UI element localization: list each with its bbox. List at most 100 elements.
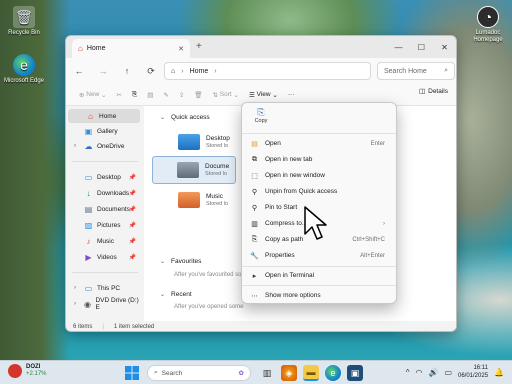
menu-item-open[interactable]: ▤ Open Enter <box>245 136 393 151</box>
sidebar-item-pictures[interactable]: ▨ Pictures 📌 <box>66 218 140 232</box>
folder-tile-desktop[interactable]: Desktop Stored lo <box>154 128 234 156</box>
status-bar: 6 items | 1 item selected <box>66 321 456 331</box>
sidebar-item-gallery[interactable]: ▣ Gallery <box>66 124 140 138</box>
volume-icon[interactable]: 🔊 <box>428 368 438 377</box>
back-button[interactable]: ← <box>67 66 91 76</box>
network-icon[interactable]: ◠ <box>415 368 422 377</box>
menu-separator <box>242 266 396 267</box>
desktop-icon-edge[interactable]: e Microsoft Edge <box>2 54 46 85</box>
menu-item-open-new-tab[interactable]: ⧉ Open in new tab <box>245 152 393 167</box>
sidebar-item-label: Pictures <box>97 221 121 229</box>
pin-icon: ⚲ <box>251 204 258 212</box>
context-menu: ⎘ Copy ▤ Open Enter ⧉ Open in new tab ⬚ … <box>241 102 397 304</box>
sidebar-item-documents[interactable]: ▤ Documents 📌 <box>66 202 140 216</box>
folder-tile-documents[interactable]: Docume Stored lo <box>152 156 236 184</box>
details-pane-icon: ◫ <box>418 88 426 95</box>
chevron-right-icon[interactable]: › <box>74 143 80 149</box>
chevron-right-icon[interactable]: › <box>74 301 79 307</box>
cut-icon[interactable]: ✂ <box>112 87 127 103</box>
copy-icon[interactable]: ⎘ <box>127 87 142 103</box>
menu-item-show-more-options[interactable]: ⋯ Show more options <box>245 288 393 303</box>
sidebar-item-videos[interactable]: ▶ Videos 📌 <box>66 250 140 264</box>
share-icon[interactable]: ⇪ <box>174 87 189 103</box>
close-button[interactable]: ✕ <box>433 36 456 58</box>
chevron-down-icon: ⌄ <box>160 115 166 121</box>
more-button[interactable]: ··· <box>283 87 300 103</box>
minimize-button[interactable]: — <box>387 36 410 58</box>
download-icon: ↓ <box>86 188 91 198</box>
pin-icon: 📌 <box>128 174 136 181</box>
view-button[interactable]: ☰ View ⌄ <box>244 87 283 103</box>
home-icon: ⌂ <box>171 67 176 75</box>
copilot-app-icon[interactable]: ◈ <box>281 365 297 381</box>
folder-name: Docume <box>205 163 230 170</box>
recent-header[interactable]: ⌄ Recent <box>160 291 192 298</box>
desktop-icon: ▭ <box>84 172 93 182</box>
task-view-icon[interactable]: ▥ <box>259 365 275 381</box>
address-bar[interactable]: ⌂ › Home › <box>164 62 371 80</box>
gallery-icon: ▣ <box>84 126 93 136</box>
new-tab-button[interactable]: + <box>196 41 202 52</box>
menu-item-open-terminal[interactable]: ▸ Open in Terminal <box>245 268 393 283</box>
menu-item-label: Copy as path <box>265 236 304 243</box>
sidebar-item-this-pc[interactable]: › ▭ This PC <box>66 281 140 295</box>
dvd-icon: ◉ <box>83 299 91 309</box>
desktop-icon-recycle-bin[interactable]: 🗑 Recycle Bin <box>2 6 46 37</box>
desktop-folder-icon <box>178 134 200 150</box>
quick-access-header[interactable]: ⌄ Quick access <box>160 114 210 121</box>
sidebar-item-desktop[interactable]: ▭ Desktop 📌 <box>66 170 140 184</box>
up-button[interactable]: ↑ <box>115 66 139 76</box>
navigation-bar: ← → ↑ ⟳ ⌂ › Home › Search Home ⌕ <box>66 58 456 84</box>
sidebar-item-music[interactable]: ♪ Music 📌 <box>66 234 140 248</box>
sidebar-item-dvd-drive[interactable]: › ◉ DVD Drive (D:) E <box>66 297 140 311</box>
desktop-icon-homepage[interactable]: ◔ Lumadoc Homepage <box>466 6 510 44</box>
recycle-bin-icon: 🗑 <box>13 6 35 28</box>
refresh-button[interactable]: ⟳ <box>139 66 163 77</box>
folder-tile-music[interactable]: Music Stored lo <box>154 186 234 214</box>
file-explorer-taskbar-icon[interactable]: ▬ <box>303 365 319 381</box>
new-button[interactable]: ⊕ New ⌄ <box>74 87 112 103</box>
maximize-button[interactable]: ☐ <box>410 36 433 58</box>
chevron-right-icon: › <box>383 220 385 227</box>
edge-icon: e <box>13 54 35 76</box>
search-input[interactable]: Search Home ⌕ <box>377 62 455 80</box>
user-app-icon: ◔ <box>477 6 499 28</box>
delete-icon[interactable]: 🗑 <box>189 87 207 103</box>
forward-button[interactable]: → <box>91 66 115 76</box>
more-options-icon: ⋯ <box>251 292 258 300</box>
sidebar-item-downloads[interactable]: ↓ Downloads 📌 <box>66 186 140 200</box>
tab-home[interactable]: ⌂ Home ✕ <box>72 39 190 58</box>
navigation-pane: ⌂ Home ▣ Gallery › ☁ OneDrive ▭ Desktop … <box>66 106 142 321</box>
unpin-icon: ⚲ <box>251 188 258 196</box>
taskbar-search-placeholder: Search <box>161 369 183 377</box>
recent-label: Recent <box>171 291 192 298</box>
chevron-right-icon[interactable]: › <box>74 285 80 291</box>
sidebar-item-label: Documents <box>97 205 130 213</box>
details-button[interactable]: ◫ Details <box>418 87 448 96</box>
menu-item-open-new-window[interactable]: ⬚ Open in new window <box>245 168 393 183</box>
rename-icon[interactable]: ✎ <box>158 87 173 103</box>
sidebar-item-home[interactable]: ⌂ Home <box>68 109 140 123</box>
close-tab-icon[interactable]: ✕ <box>178 45 184 53</box>
taskbar-search[interactable]: ⌕ Search ✿ <box>147 365 251 381</box>
sidebar-item-label: This PC <box>97 284 121 292</box>
sidebar-item-onedrive[interactable]: › ☁ OneDrive <box>66 139 140 153</box>
folder-location: Stored lo <box>205 171 228 177</box>
start-button[interactable] <box>125 366 139 380</box>
sort-button[interactable]: ⇅ Sort ⌄ <box>208 87 244 103</box>
paste-icon[interactable]: ▤ <box>142 87 158 103</box>
notification-bell-icon[interactable]: 🔔 <box>494 368 504 377</box>
chevron-up-icon[interactable]: ^ <box>406 368 410 377</box>
stock-ticker-icon <box>8 364 22 378</box>
battery-icon[interactable]: ▭ <box>444 368 452 377</box>
clock[interactable]: 16:11 06/01/2025 <box>458 364 488 380</box>
recent-hint: After you've opened some <box>174 304 244 310</box>
edge-taskbar-icon[interactable]: e <box>325 365 341 381</box>
context-copy-button[interactable]: ⎘ Copy <box>251 107 271 124</box>
store-taskbar-icon[interactable]: ▣ <box>347 365 363 381</box>
favourites-header[interactable]: ⌄ Favourites <box>160 258 201 265</box>
menu-item-properties[interactable]: 🔧 Properties Alt+Enter <box>245 248 393 263</box>
menu-item-unpin-quick-access[interactable]: ⚲ Unpin from Quick access <box>245 184 393 199</box>
mouse-cursor-icon <box>304 206 327 240</box>
stock-widget[interactable]: DOZI +2.17% <box>8 364 47 378</box>
